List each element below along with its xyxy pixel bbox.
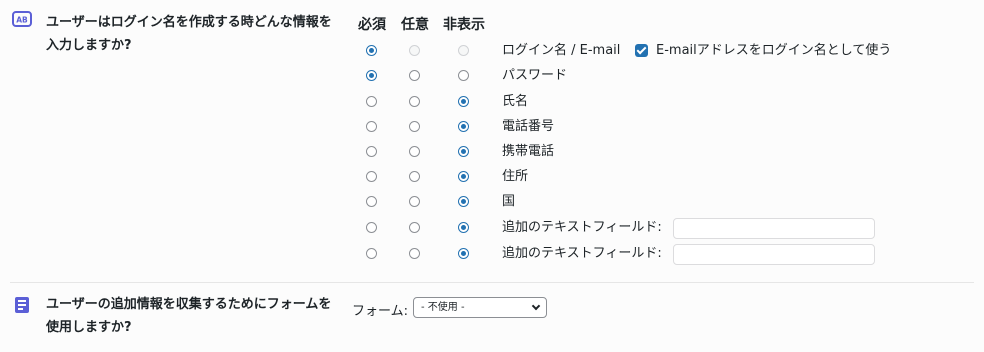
password-hidden-radio[interactable] [458,70,469,81]
form-icon [15,297,29,313]
row-label-mobile: 携帯電話 [502,144,555,159]
row-label-country: 国 [502,194,516,209]
form-question: ユーザーの追加情報を収集するためにフォームを使用しますか? [46,297,332,335]
extra-field-2-required-radio[interactable] [366,248,377,259]
row-label-phone: 電話番号 [502,119,555,134]
row-label-name: 氏名 [502,94,529,109]
extra-field-1-optional-radio[interactable] [409,222,420,233]
login-required-radio[interactable] [366,45,377,56]
login-optional-radio [409,45,420,56]
form-section: ユーザーの追加情報を収集するためにフォームを使用しますか? フォーム: - 不使… [0,283,984,352]
row-label-address: 住所 [502,169,529,184]
chevron-down-icon [531,301,541,311]
country-optional-radio[interactable] [409,196,420,207]
row-label-extra-field-2: 追加のテキストフィールド: [502,246,662,261]
row-label-password: パスワード [502,68,568,83]
row-label-extra-field-1: 追加のテキストフィールド: [502,220,662,235]
mobile-required-radio[interactable] [366,146,377,157]
svg-text:AB: AB [16,16,28,25]
password-required-radio[interactable] [366,70,377,81]
name-required-radio[interactable] [366,96,377,107]
header-hidden: 非表示 [443,17,485,33]
extra-field-1-input[interactable] [673,218,875,239]
phone-hidden-radio[interactable] [458,121,469,132]
extra-field-2-input[interactable] [673,244,875,265]
extra-field-1-hidden-radio[interactable] [458,222,469,233]
extra-field-2-hidden-radio[interactable] [458,248,469,259]
extra-field-1-required-radio[interactable] [366,222,377,233]
password-optional-radio[interactable] [409,70,420,81]
form-select-label: フォーム: [352,304,408,319]
address-hidden-radio[interactable] [458,171,469,182]
row-label-login: ログイン名 / E-mail [502,43,621,58]
email-as-login-checkbox[interactable] [635,44,648,57]
form-select-value: - 不使用 - [421,302,465,313]
phone-required-radio[interactable] [366,121,377,132]
phone-optional-radio[interactable] [409,121,420,132]
country-required-radio[interactable] [366,196,377,207]
address-optional-radio[interactable] [409,171,420,182]
form-select[interactable]: - 不使用 - [413,297,547,318]
extra-field-2-optional-radio[interactable] [409,248,420,259]
name-hidden-radio[interactable] [458,96,469,107]
login-fields-section: AB ユーザーはログイン名を作成する時どんな情報を入力しますか? 必須 任意 非… [0,0,984,283]
login-hidden-radio [458,45,469,56]
login-question: ユーザーはログイン名を作成する時どんな情報を入力しますか? [46,15,332,53]
country-hidden-radio[interactable] [458,196,469,207]
email-as-login-label[interactable]: E-mailアドレスをログイン名として使う [656,43,891,59]
mobile-hidden-radio[interactable] [458,146,469,157]
mobile-optional-radio[interactable] [409,146,420,157]
login-name-icon: AB [12,11,32,27]
address-required-radio[interactable] [366,171,377,182]
name-optional-radio[interactable] [409,96,420,107]
